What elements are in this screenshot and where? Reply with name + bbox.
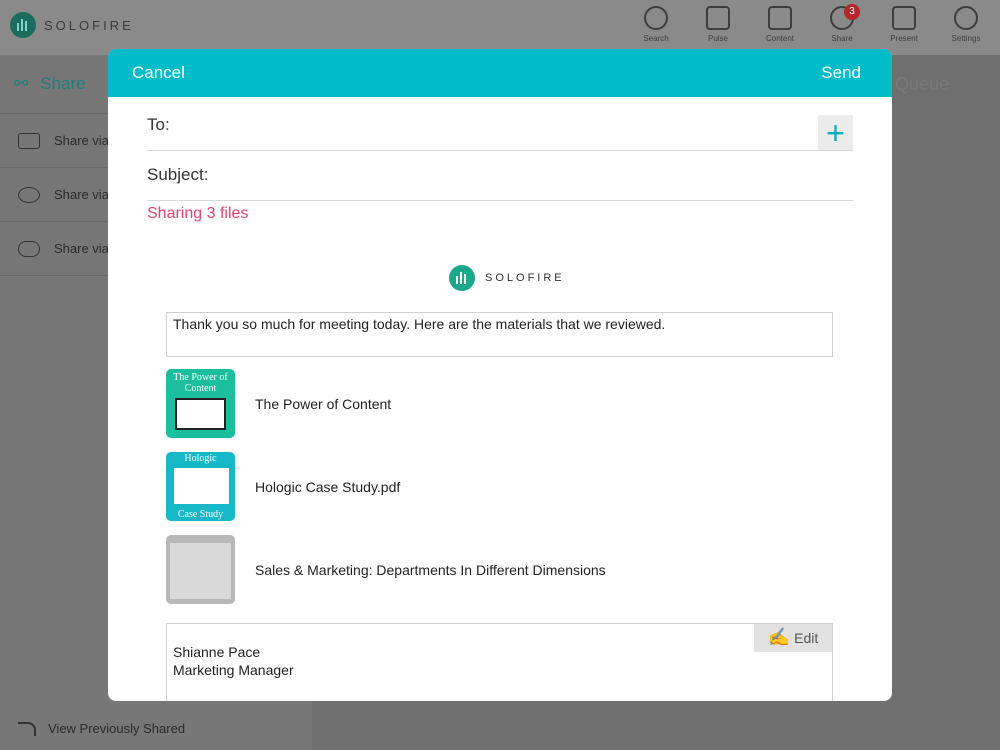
modal-header: Cancel Send [108,49,892,97]
nav-pulse[interactable]: Pulse [698,6,738,43]
to-label: To: [147,115,170,134]
top-nav: Search Pulse Content Share 3 Present Sett… [636,4,986,43]
thumb-footer: Case Study [177,509,224,520]
email-logo: SOLOFIRE [449,265,565,291]
sidebar-title: Share [40,74,86,93]
mail-icon [18,132,40,149]
share-icon: ⚯ [14,74,29,93]
plus-icon: + [826,114,845,151]
signature-block: Shianne Pace Marketing Manager ✍ Edit [166,623,833,701]
present-icon [892,6,916,30]
email-logo-text: SOLOFIRE [485,272,565,284]
file-thumbnail: The Power of Content [166,369,235,438]
nav-search[interactable]: Search [636,6,676,43]
share-email-modal: Cancel Send To: + Subject: Sharing 3 fil… [108,49,892,701]
edit-label: Edit [794,630,819,646]
content-icon [768,6,792,30]
top-bar: SOLOFIRE Search Pulse Content Share 3 Pre… [0,0,1000,55]
gear-icon [954,6,978,30]
subject-field[interactable]: Subject: [147,165,853,201]
add-recipient-button[interactable]: + [818,115,853,150]
share-badge: 3 [844,4,860,20]
subject-label: Subject: [147,165,209,184]
signature-title: Marketing Manager [173,662,294,678]
file-item[interactable]: The Power of Content The Power of Conten… [166,369,391,438]
link-icon [18,240,40,257]
logo-mark-icon [10,12,36,38]
edit-signature-button[interactable]: ✍ Edit [754,624,832,652]
signature-icon: ✍ [767,627,791,648]
file-item[interactable]: Hologic Case Study Hologic Case Study.pd… [166,452,400,521]
laptop-image [175,398,226,430]
file-item[interactable]: Sales & Marketing: Departments In Differ… [166,535,606,604]
signature-name: Shianne Pace [173,644,261,660]
pulse-icon [706,6,730,30]
nav-share[interactable]: Share 3 [822,4,862,43]
nav-content[interactable]: Content [760,6,800,43]
file-name: Sales & Marketing: Departments In Differ… [255,561,606,578]
history-icon [18,721,36,736]
file-thumbnail [166,535,235,604]
message-icon [18,186,40,203]
app-logo: SOLOFIRE [10,12,134,38]
search-icon [644,6,668,30]
nav-settings[interactable]: Settings [946,6,986,43]
thumb-title: The Power of Content [173,372,228,394]
office-image [170,543,231,599]
file-thumbnail: Hologic Case Study [166,452,235,521]
file-name: Hologic Case Study.pdf [255,478,401,495]
document-image [174,468,229,504]
thumb-title: Hologic [184,453,217,464]
file-name: The Power of Content [255,395,392,412]
message-body[interactable]: Thank you so much for meeting today. Her… [166,312,833,357]
nav-present[interactable]: Present [884,6,924,43]
to-field[interactable]: To: + [147,115,853,151]
logo-mark-icon [449,265,475,291]
view-previously-shared[interactable]: View Previously Shared [18,721,185,736]
cancel-button[interactable]: Cancel [132,63,185,83]
sharing-count: Sharing 3 files [147,205,249,222]
send-button[interactable]: Send [821,63,861,83]
logo-text: SOLOFIRE [44,17,134,33]
